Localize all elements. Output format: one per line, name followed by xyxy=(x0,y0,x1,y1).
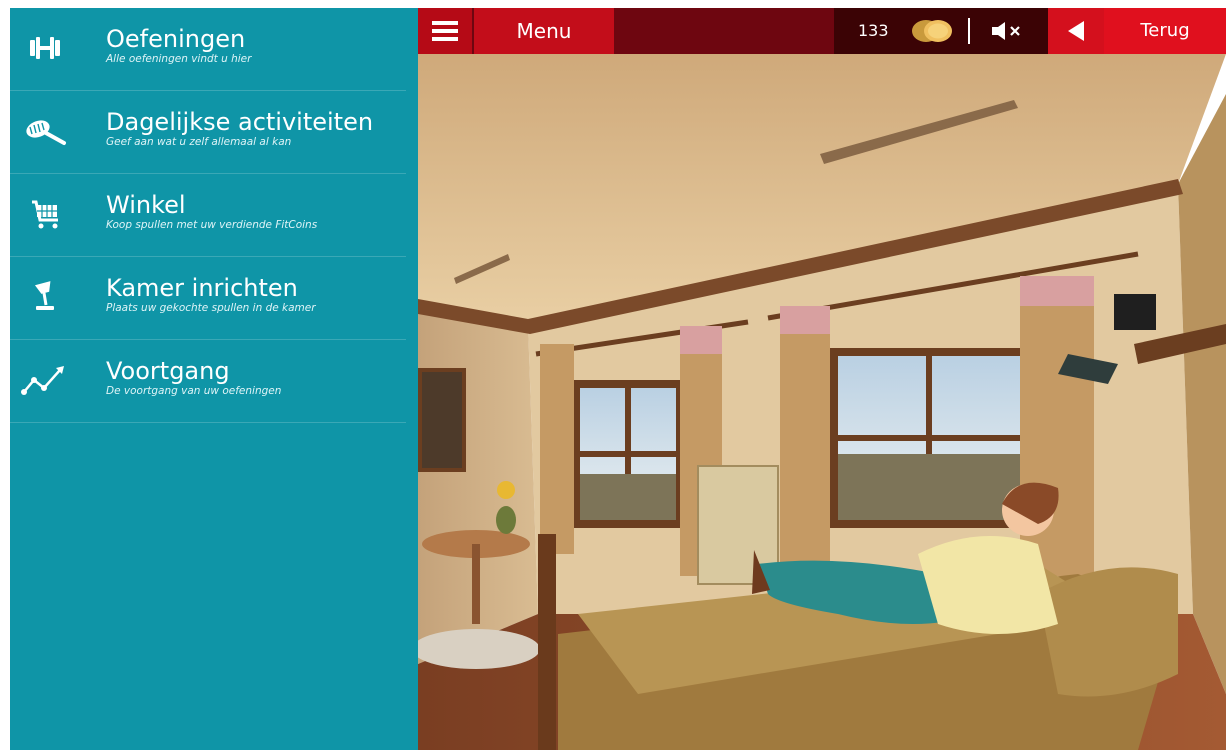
coins-icon xyxy=(912,20,952,42)
sidebar: Oefeningen Alle oefeningen vindt u hier … xyxy=(10,8,418,750)
coin-count: 133 xyxy=(858,21,889,40)
game-scene-bedroom[interactable] xyxy=(418,54,1226,750)
sidebar-item-subtitle: Alle oefeningen vindt u hier xyxy=(106,53,252,65)
sidebar-item-subtitle: Geef aan wat u zelf allemaal al kan xyxy=(106,136,292,148)
coins-and-sound-area: 133 xyxy=(834,8,1048,54)
sidebar-item-dagelijkse-activiteiten[interactable]: Dagelijkse activiteiten Geef aan wat u z… xyxy=(10,91,406,174)
sidebar-item-voortgang[interactable]: Voortgang De voortgang van uw oefeningen xyxy=(10,340,406,423)
menu-button[interactable]: Menu xyxy=(474,8,614,54)
sidebar-item-title: Kamer inrichten xyxy=(106,274,298,302)
back-button[interactable]: Terug xyxy=(1104,8,1226,54)
dumbbell-icon xyxy=(30,37,60,59)
sidebar-item-title: Winkel xyxy=(106,191,186,219)
top-bar: Menu 133 Terug xyxy=(418,8,1226,54)
sidebar-item-kamer-inrichten[interactable]: Kamer inrichten Plaats uw gekochte spull… xyxy=(10,257,406,340)
sidebar-item-title: Voortgang xyxy=(106,357,230,385)
hairbrush-icon xyxy=(26,120,66,145)
back-arrow-icon xyxy=(1068,21,1084,41)
sidebar-item-subtitle: De voortgang van uw oefeningen xyxy=(106,385,282,397)
trend-graph-icon xyxy=(21,366,64,395)
sidebar-item-title: Oefeningen xyxy=(106,25,246,53)
bedroom-illustration xyxy=(418,54,1226,750)
back-arrow-button[interactable] xyxy=(1048,8,1104,54)
sidebar-item-title: Dagelijkse activiteiten xyxy=(106,108,374,136)
sidebar-item-oefeningen[interactable]: Oefeningen Alle oefeningen vindt u hier xyxy=(10,8,406,91)
sidebar-item-subtitle: Plaats uw gekochte spullen in de kamer xyxy=(106,302,316,314)
lamp-icon xyxy=(34,281,54,310)
shopping-cart-icon xyxy=(32,200,58,229)
speaker-muted-icon[interactable] xyxy=(988,19,1028,43)
divider xyxy=(968,18,970,44)
hamburger-icon xyxy=(432,21,458,41)
hamburger-button[interactable] xyxy=(418,8,472,54)
sidebar-item-winkel[interactable]: Winkel Koop spullen met uw verdiende Fit… xyxy=(10,174,406,257)
sidebar-item-subtitle: Koop spullen met uw verdiende FitCoins xyxy=(106,219,318,231)
